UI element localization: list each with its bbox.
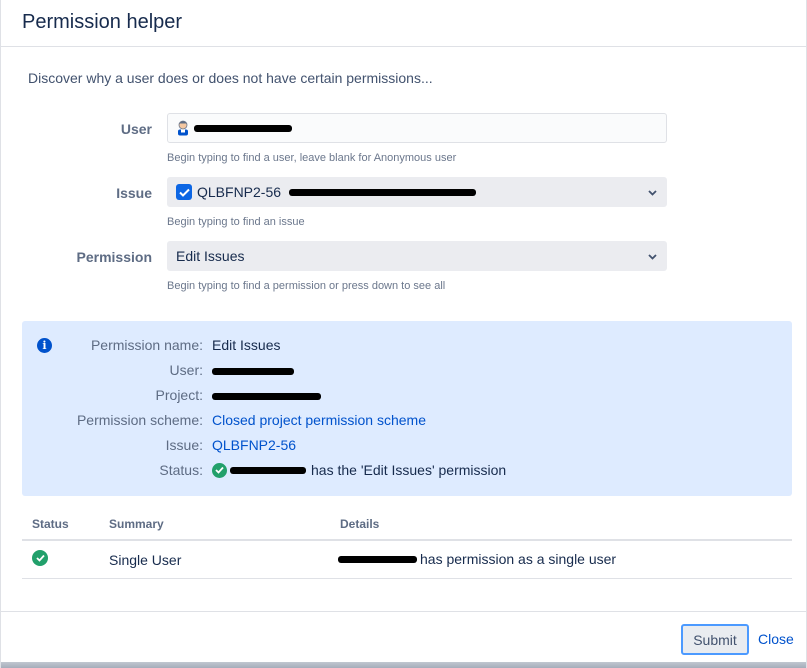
check-circle-icon xyxy=(212,462,227,478)
info-val-user xyxy=(212,368,294,375)
issue-link[interactable]: QLBFNP2-56 xyxy=(212,437,296,453)
redacted-username xyxy=(194,124,292,132)
close-link[interactable]: Close xyxy=(758,631,794,647)
info-val-status: has the 'Edit Issues' permission xyxy=(212,462,506,478)
permission-hint: Begin typing to find a permission or pre… xyxy=(167,280,446,292)
info-key-issue: Issue: xyxy=(165,437,203,453)
info-key-permission-name: Permission name: xyxy=(90,337,203,353)
info-issue: Issue: QLBFNP2-56 xyxy=(22,437,792,457)
permission-scheme-link[interactable]: Closed project permission scheme xyxy=(212,412,426,428)
info-permission-scheme: Permission scheme: Closed project permis… xyxy=(22,412,792,432)
check-circle-icon xyxy=(32,550,48,566)
user-hint: Begin typing to find a user, leave blank… xyxy=(167,152,457,164)
permission-info-panel: i Permission name: Edit Issues User: Pro… xyxy=(22,321,792,496)
info-permission-name: Permission name: Edit Issues xyxy=(22,337,792,357)
chevron-down-icon xyxy=(648,254,657,260)
info-val-permission-name: Edit Issues xyxy=(212,337,281,353)
col-header-summary: Summary xyxy=(109,517,164,531)
issue-label: Issue xyxy=(116,185,152,201)
info-status: Status: has the 'Edit Issues' permission xyxy=(22,462,792,482)
user-input[interactable] xyxy=(167,113,667,143)
user-avatar-icon xyxy=(176,120,190,136)
table-row: Single User has permission as a single u… xyxy=(22,541,792,579)
row-details: has permission as a single user xyxy=(338,551,616,567)
table-header: Status Summary Details xyxy=(22,508,792,541)
chevron-down-icon xyxy=(648,190,657,196)
row-details-text: has permission as a single user xyxy=(420,551,617,567)
dialog-title: Permission helper xyxy=(22,11,183,33)
intro-text: Discover why a user does or does not hav… xyxy=(28,70,433,86)
permission-value: Edit Issues xyxy=(176,248,245,264)
info-key-permission-scheme: Permission scheme: xyxy=(76,412,203,428)
redacted-username xyxy=(230,466,306,474)
status-text: has the 'Edit Issues' permission xyxy=(311,462,507,478)
submit-button[interactable]: Submit xyxy=(681,624,749,655)
permission-helper-dialog: Permission helper Discover why a user do… xyxy=(0,0,807,668)
user-label: User xyxy=(120,121,152,137)
info-val-project[interactable] xyxy=(212,393,321,400)
info-user: User: xyxy=(22,362,792,382)
row-summary: Single User xyxy=(109,552,182,568)
info-key-user: User: xyxy=(169,362,203,378)
info-key-project: Project: xyxy=(155,387,203,403)
col-header-details: Details xyxy=(340,517,380,531)
redacted-username xyxy=(338,555,417,563)
col-header-status: Status xyxy=(32,517,69,531)
issue-hint: Begin typing to find an issue xyxy=(167,216,305,228)
results-table: Status Summary Details Single User has p… xyxy=(22,508,792,579)
checkbox-issue-type-icon xyxy=(176,184,192,200)
dialog-footer: Submit Close xyxy=(1,611,806,662)
issue-key-value: QLBFNP2-56 xyxy=(197,184,282,200)
permission-label: Permission xyxy=(76,249,152,265)
redacted-project-name xyxy=(212,393,321,400)
dialog-header: Permission helper xyxy=(1,0,806,47)
redacted-username xyxy=(212,368,294,375)
issue-select[interactable]: QLBFNP2-56 xyxy=(167,177,667,207)
permission-select[interactable]: Edit Issues xyxy=(167,241,667,271)
info-project: Project: xyxy=(22,387,792,407)
redacted-issue-summary xyxy=(289,188,477,196)
info-key-status: Status: xyxy=(159,462,203,478)
